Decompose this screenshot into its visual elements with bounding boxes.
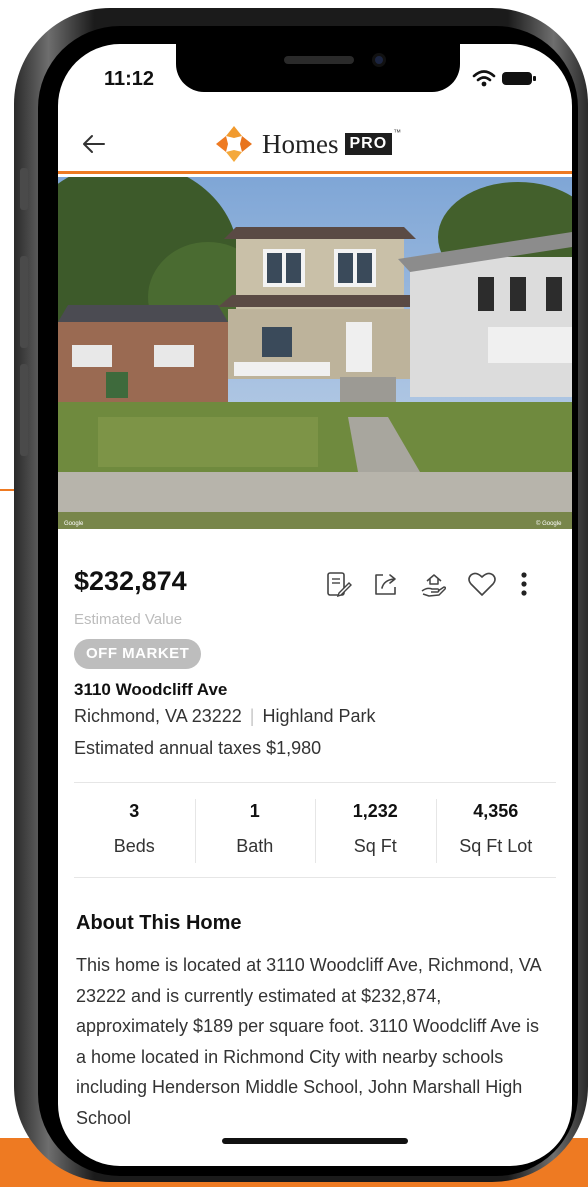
stat-lot: 4,356 Sq Ft Lot (435, 783, 557, 877)
offer-hand-icon (421, 574, 447, 597)
annual-taxes: Estimated annual taxes $1,980 (74, 738, 322, 758)
more-options-button[interactable] (512, 566, 536, 602)
stat-bath: 1 Bath (194, 783, 316, 877)
listing-actions (320, 566, 536, 602)
logo-wordmark: Homes (262, 128, 339, 159)
about-description: This home is located at 3110 Woodcliff A… (76, 955, 541, 1128)
front-camera (372, 53, 386, 67)
stat-value: 1 (249, 801, 260, 821)
share-button[interactable] (368, 566, 404, 602)
status-badge: OFF MARKET (74, 639, 202, 669)
home-indicator[interactable] (222, 1138, 408, 1144)
city-line: Richmond, VA 23222 | Highland Park (74, 706, 376, 727)
volume-down-button (20, 364, 28, 456)
stat-label: Sq Ft Lot (459, 836, 533, 856)
stat-value: 4,356 (473, 801, 519, 821)
homes-logo-mark-icon (216, 126, 252, 162)
property-stats: 3 Beds 1 Bath 1,232 Sq Ft 4,356 Sq Ft Lo… (74, 782, 556, 878)
logo-trademark: ™ (393, 128, 402, 137)
share-icon (375, 574, 396, 595)
stat-label: Sq Ft (353, 836, 397, 856)
property-photo[interactable]: Google © Google (58, 177, 572, 529)
edit-document-icon (327, 572, 352, 598)
app-screen: 11:12 Homes PRO ™ Google © Google $232,8… (58, 44, 572, 1166)
stat-value: 1,232 (352, 801, 398, 821)
notch (176, 44, 460, 92)
photo-watermark-right: © Google (536, 520, 562, 527)
app-header: Homes PRO ™ (58, 114, 572, 174)
battery-icon (502, 72, 532, 85)
street-address: 3110 Woodcliff Ave (74, 680, 228, 699)
heart-icon (468, 572, 496, 596)
house-photo-illustration: Google © Google (58, 177, 572, 529)
stat-label: Beds (113, 836, 155, 856)
back-arrow-icon (83, 135, 105, 153)
listing-price: $232,874 (74, 566, 187, 596)
stat-value: 3 (129, 801, 140, 821)
logo-pro-badge: PRO (344, 133, 393, 155)
stat-label: Bath (236, 836, 274, 856)
city-state-zip: Richmond, VA 23222 (74, 706, 242, 726)
stat-beds: 3 Beds (74, 783, 195, 877)
volume-up-button (20, 256, 28, 348)
more-vertical-icon (521, 572, 527, 596)
neighborhood-link[interactable]: Highland Park (262, 706, 375, 726)
edit-document-button[interactable] (320, 566, 356, 602)
price-caption: Estimated Value (74, 611, 183, 628)
wifi-icon (472, 70, 496, 87)
stat-sqft: 1,232 Sq Ft (315, 783, 436, 877)
speaker-grille (284, 56, 354, 64)
homes-pro-logo: Homes PRO ™ (214, 124, 401, 164)
favorite-button[interactable] (464, 566, 500, 602)
status-time: 11:12 (104, 68, 155, 90)
city-separator: | (249, 706, 255, 726)
battery-tip (533, 76, 536, 81)
mute-switch (20, 168, 28, 210)
make-offer-button[interactable] (416, 566, 452, 602)
back-button[interactable] (74, 124, 114, 164)
status-icons (470, 66, 540, 90)
phone-frame: 11:12 Homes PRO ™ Google © Google $232,8… (14, 8, 588, 1182)
photo-watermark-left: Google (64, 521, 84, 527)
about-heading: About This Home (76, 912, 242, 934)
